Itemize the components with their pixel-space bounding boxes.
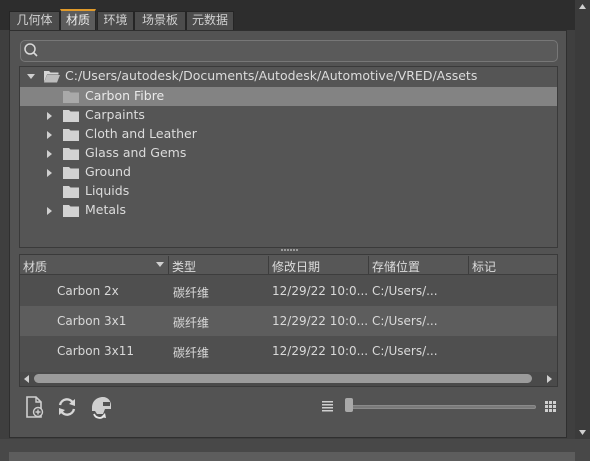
cell-type: 碳纤维 bbox=[173, 346, 210, 360]
bottom-bar bbox=[9, 452, 575, 461]
tree-item-liquids[interactable]: Liquids bbox=[20, 182, 557, 201]
cell-location: C:/Users/... bbox=[372, 284, 438, 298]
tab-materials[interactable]: 材质 bbox=[60, 9, 96, 31]
vertical-scrollbar[interactable] bbox=[575, 0, 590, 439]
tree-item-label: Carbon Fibre bbox=[85, 88, 165, 103]
folder-icon bbox=[63, 129, 79, 141]
column-divider[interactable] bbox=[468, 256, 469, 274]
scroll-left-icon[interactable] bbox=[23, 375, 30, 384]
refresh-icon[interactable] bbox=[56, 396, 78, 418]
folder-icon bbox=[63, 148, 79, 160]
chevron-right-icon[interactable] bbox=[45, 149, 55, 159]
scroll-down-icon[interactable] bbox=[578, 429, 587, 436]
splitter-handle[interactable] bbox=[281, 249, 299, 252]
table-row[interactable]: Carbon 2x 碳纤维 12/29/22 10:0... C:/Users/… bbox=[20, 276, 557, 306]
tree-item-label: Cloth and Leather bbox=[85, 126, 197, 141]
sort-down-icon bbox=[156, 262, 164, 267]
cell-date: 12/29/22 10:0... bbox=[272, 284, 369, 298]
chevron-right-icon[interactable] bbox=[45, 168, 55, 178]
tab-environment[interactable]: 环境 bbox=[97, 11, 134, 30]
column-header-material[interactable]: 材质 bbox=[23, 258, 47, 275]
cell-type: 碳纤维 bbox=[173, 286, 210, 300]
tab-sceneplate[interactable]: 场景板 bbox=[134, 11, 186, 30]
tree-item-label: Ground bbox=[85, 164, 131, 179]
chevron-right-icon[interactable] bbox=[45, 130, 55, 140]
folder-icon bbox=[63, 186, 79, 198]
cell-name: Carbon 2x bbox=[57, 284, 119, 298]
cell-date: 12/29/22 10:0... bbox=[272, 314, 369, 328]
tree-root-path: C:/Users/autodesk/Documents/Autodesk/Aut… bbox=[65, 68, 478, 83]
tree-item-metals[interactable]: Metals bbox=[20, 201, 557, 220]
grid-view-icon[interactable] bbox=[545, 401, 556, 412]
folder-icon bbox=[63, 91, 79, 103]
tree-item-ground[interactable]: Ground bbox=[20, 163, 557, 182]
tree-item-cloth-and-leather[interactable]: Cloth and Leather bbox=[20, 125, 557, 144]
search-input[interactable] bbox=[20, 40, 558, 62]
helmet-sync-icon[interactable] bbox=[88, 394, 114, 419]
chevron-right-icon[interactable] bbox=[45, 206, 55, 216]
table-row[interactable]: Carbon 3x11 碳纤维 12/29/22 10:0... C:/User… bbox=[20, 336, 557, 366]
search-icon bbox=[24, 43, 38, 57]
folder-icon bbox=[63, 110, 79, 122]
cell-name: Carbon 3x1 bbox=[57, 314, 127, 328]
column-divider[interactable] bbox=[268, 256, 269, 274]
chevron-down-icon[interactable] bbox=[26, 72, 36, 82]
cell-date: 12/29/22 10:0... bbox=[272, 344, 369, 358]
scroll-right-icon[interactable] bbox=[546, 375, 553, 384]
column-header-type[interactable]: 类型 bbox=[172, 258, 196, 275]
tree-item-label: Liquids bbox=[85, 183, 130, 198]
column-divider[interactable] bbox=[368, 256, 369, 274]
tree-item-label: Glass and Gems bbox=[85, 145, 187, 160]
folder-icon bbox=[63, 167, 79, 179]
cell-location: C:/Users/... bbox=[372, 314, 438, 328]
table-row[interactable]: Carbon 3x1 碳纤维 12/29/22 10:0... C:/Users… bbox=[20, 306, 557, 336]
tree-item-label: Carpaints bbox=[85, 107, 145, 122]
tree-item-carpaints[interactable]: Carpaints bbox=[20, 106, 557, 125]
column-divider[interactable] bbox=[168, 256, 169, 274]
cell-name: Carbon 3x11 bbox=[57, 344, 135, 358]
slider-handle[interactable] bbox=[345, 398, 353, 412]
tab-metadata[interactable]: 元数据 bbox=[186, 11, 234, 30]
thumbnail-size-slider[interactable] bbox=[350, 405, 536, 409]
tree-root[interactable]: C:/Users/autodesk/Documents/Autodesk/Aut… bbox=[20, 67, 557, 86]
list-view-icon[interactable] bbox=[322, 401, 333, 412]
cell-location: C:/Users/... bbox=[372, 344, 438, 358]
column-header-location[interactable]: 存储位置 bbox=[372, 258, 420, 275]
scroll-up-icon[interactable] bbox=[578, 3, 587, 10]
chevron-right-icon[interactable] bbox=[45, 111, 55, 121]
cell-type: 碳纤维 bbox=[173, 316, 210, 330]
tree-item-label: Metals bbox=[85, 202, 127, 217]
tab-geometry[interactable]: 几何体 bbox=[9, 11, 60, 30]
tree-item-glass-and-gems[interactable]: Glass and Gems bbox=[20, 144, 557, 163]
folder-icon bbox=[63, 205, 79, 217]
tree-item-carbon-fibre[interactable]: Carbon Fibre bbox=[20, 87, 557, 106]
new-file-icon[interactable] bbox=[25, 395, 45, 419]
horizontal-scroll-thumb[interactable] bbox=[34, 374, 532, 383]
folder-open-icon bbox=[44, 71, 60, 83]
column-header-tag[interactable]: 标记 bbox=[472, 258, 496, 275]
column-header-modified[interactable]: 修改日期 bbox=[272, 258, 320, 275]
